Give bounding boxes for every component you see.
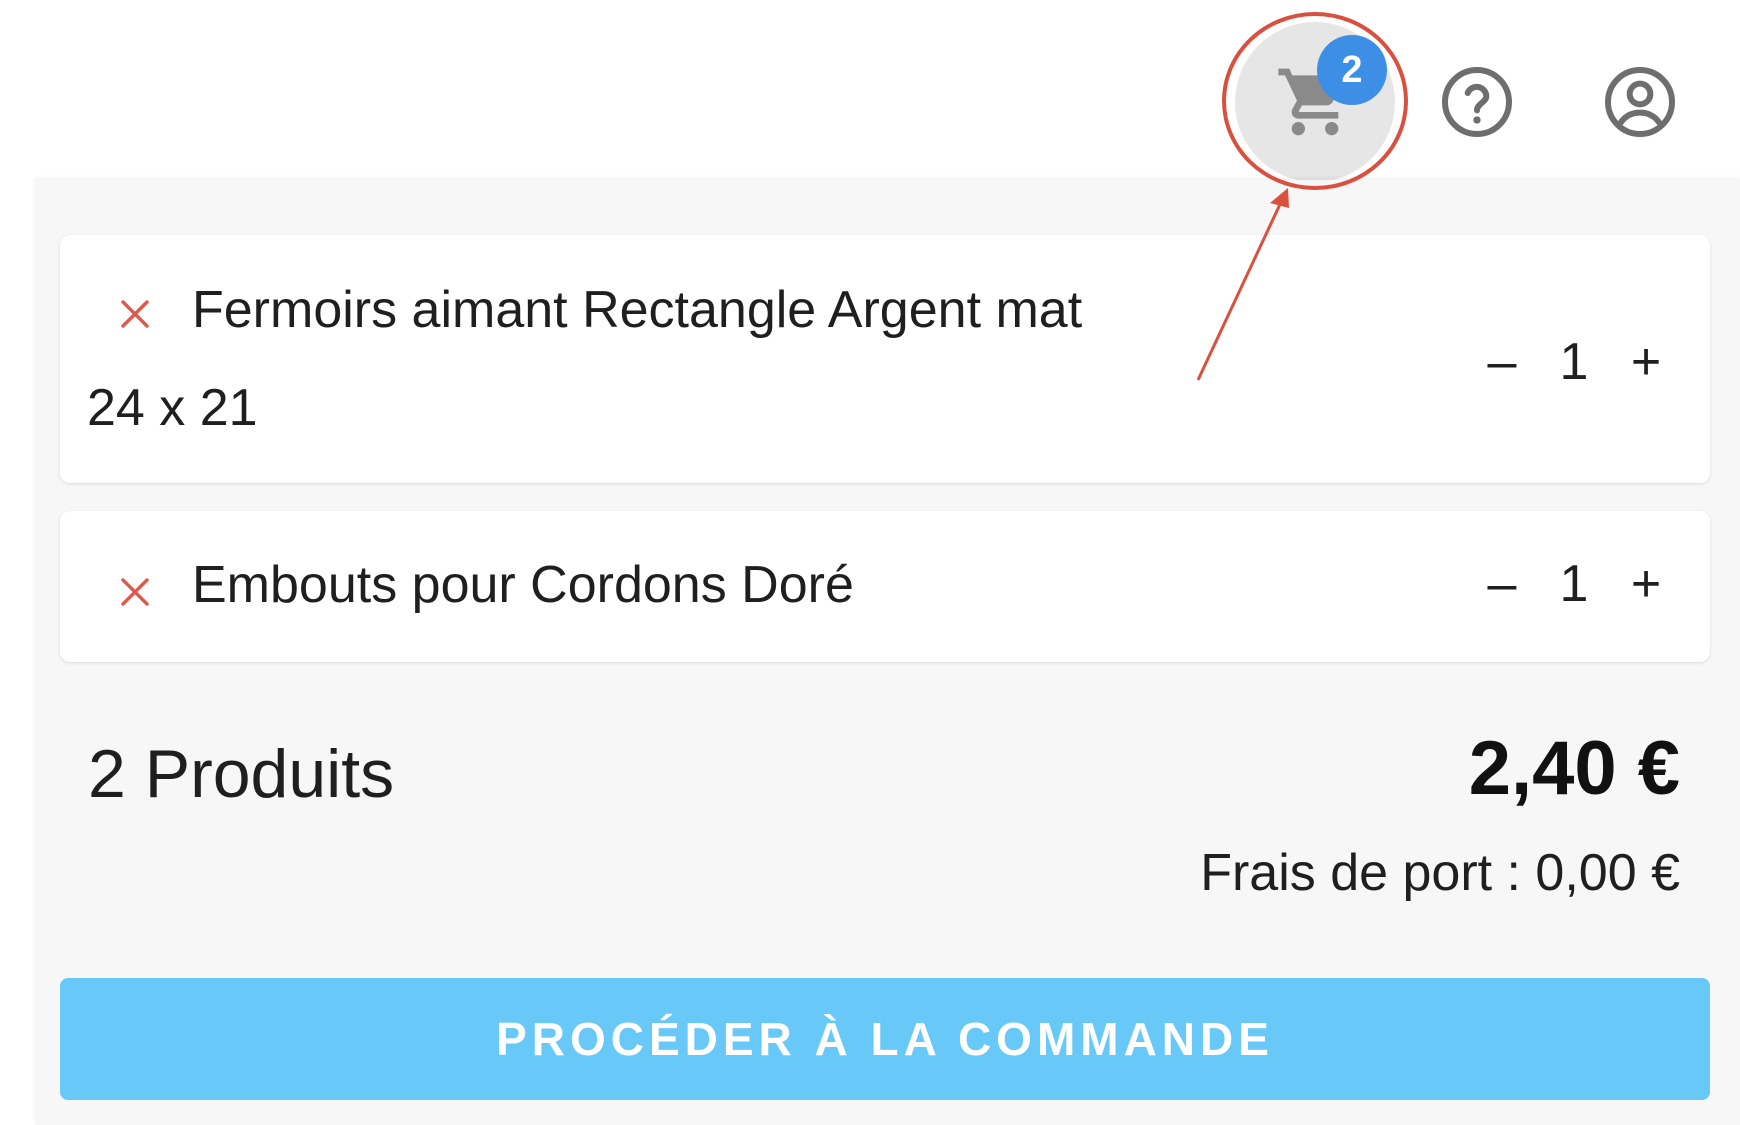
total-price: 2,40 €	[1468, 726, 1680, 811]
item-name: Fermoirs aimant Rectangle Argent mat	[192, 281, 1083, 339]
checkout-button[interactable]: PROCÉDER À LA COMMANDE	[60, 978, 1710, 1100]
decrement-button[interactable]: –	[1474, 332, 1530, 392]
remove-item-button[interactable]	[115, 294, 155, 334]
increment-button[interactable]: +	[1618, 554, 1674, 614]
remove-item-button[interactable]	[115, 572, 155, 612]
help-button[interactable]	[1437, 62, 1517, 142]
cart-panel: Fermoirs aimant Rectangle Argent mat 24 …	[35, 180, 1740, 1125]
help-circle-icon	[1441, 66, 1513, 138]
item-variant: 24 x 21	[87, 379, 258, 437]
item-name: Embouts pour Cordons Doré	[192, 556, 854, 614]
account-circle-icon	[1604, 66, 1676, 138]
close-icon	[121, 578, 149, 606]
quantity-stepper: – 1 +	[1474, 327, 1674, 397]
quantity-stepper: – 1 +	[1474, 549, 1674, 619]
product-count: 2 Produits	[88, 736, 395, 812]
top-bar: 2	[0, 0, 1740, 190]
quantity-value: 1	[1559, 333, 1589, 391]
cart-item: Fermoirs aimant Rectangle Argent mat 24 …	[60, 235, 1710, 483]
shipping-cost: Frais de port : 0,00 €	[1200, 844, 1680, 902]
decrement-button[interactable]: –	[1474, 554, 1530, 614]
cart-count-badge: 2	[1317, 35, 1387, 105]
account-button[interactable]	[1600, 62, 1680, 142]
cart-item: Embouts pour Cordons Doré – 1 +	[60, 511, 1710, 662]
close-icon	[121, 300, 149, 328]
increment-button[interactable]: +	[1618, 332, 1674, 392]
quantity-value: 1	[1559, 555, 1589, 613]
